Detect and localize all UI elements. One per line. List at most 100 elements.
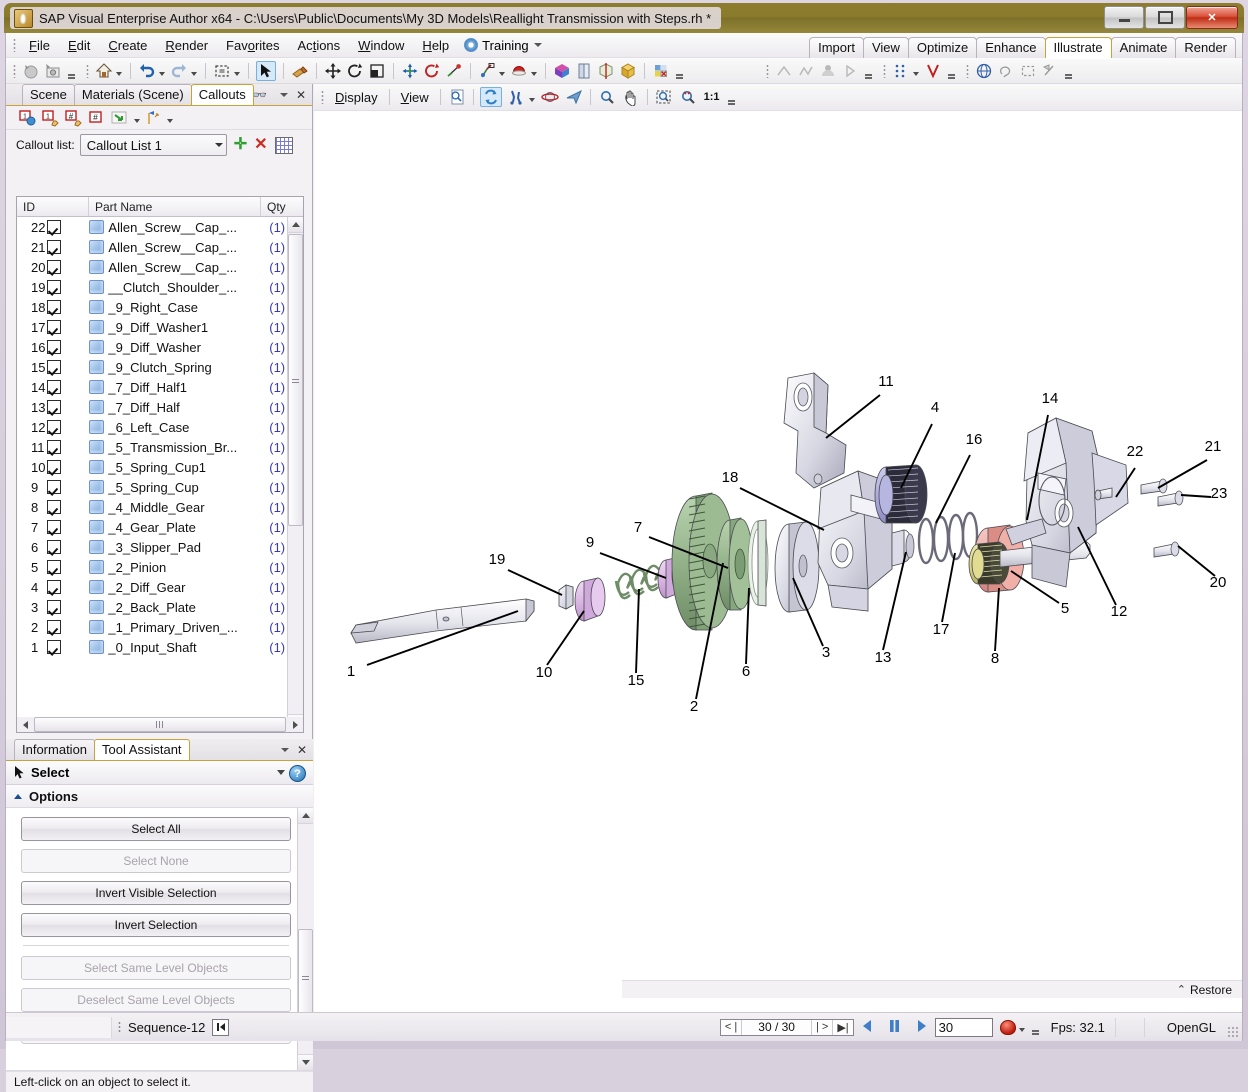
callout-number-1[interactable]: 1	[347, 663, 355, 680]
callout-number-2[interactable]: 2	[690, 698, 698, 715]
table-row[interactable]: 2 _1_Primary_Driven_... (1)	[17, 617, 303, 637]
frame-next-step-icon[interactable]: | >	[812, 1020, 832, 1035]
callout-number-6[interactable]: 6	[742, 663, 750, 680]
vscroll-thumb[interactable]	[288, 234, 303, 526]
callout-number-15[interactable]: 15	[628, 672, 645, 689]
table-row[interactable]: 20 Allen_Screw__Cap_... (1)	[17, 257, 303, 277]
play-button[interactable]	[915, 1019, 928, 1036]
pan-hand-icon[interactable]	[621, 88, 641, 107]
book-icon[interactable]	[575, 62, 593, 80]
row-visibility-checkbox[interactable]	[46, 400, 89, 414]
panel-close-icon[interactable]: ✕	[296, 88, 306, 102]
tab-scene[interactable]: Scene	[22, 84, 75, 105]
viewport-toolbar-gripper[interactable]	[321, 90, 324, 104]
tab-information[interactable]: Information	[14, 739, 96, 760]
dot-pattern-dropdown-icon[interactable]	[913, 71, 919, 76]
row-visibility-checkbox[interactable]	[46, 260, 89, 274]
table-row[interactable]: 12 _6_Left_Case (1)	[17, 417, 303, 437]
callout-leader-line[interactable]	[507, 569, 563, 596]
callout-leader-arrow-icon[interactable]	[110, 109, 129, 127]
callout-leader-line[interactable]	[1180, 494, 1212, 498]
scroll-right-button[interactable]	[287, 718, 303, 732]
tab-materials[interactable]: Materials (Scene)	[73, 84, 192, 105]
table-row[interactable]: 8 _4_Middle_Gear (1)	[17, 497, 303, 517]
rotate-icon[interactable]	[346, 62, 364, 80]
callout-leader-line[interactable]	[635, 588, 640, 674]
redo-icon[interactable]	[170, 62, 188, 80]
table-row[interactable]: 3 _2_Back_Plate (1)	[17, 597, 303, 617]
row-visibility-checkbox[interactable]	[46, 320, 89, 334]
undo-dropdown-icon[interactable]	[159, 71, 165, 76]
pause-button[interactable]	[888, 1019, 901, 1036]
zoom-fit-icon[interactable]	[678, 88, 698, 106]
callout-number-22[interactable]: 22	[1127, 443, 1144, 460]
table-row[interactable]: 13 _7_Diff_Half (1)	[17, 397, 303, 417]
table-row[interactable]: 4 _2_Diff_Gear (1)	[17, 577, 303, 597]
table-row[interactable]: 15 _9_Clutch_Spring (1)	[17, 357, 303, 377]
scroll-up-button[interactable]	[288, 217, 303, 233]
scroll-up-button[interactable]	[298, 808, 313, 824]
table-row[interactable]: 5 _2_Pinion (1)	[17, 557, 303, 577]
table-row[interactable]: 22 Allen_Screw__Cap_... (1)	[17, 217, 303, 237]
toolbar-overflow-1[interactable]	[67, 63, 76, 79]
callout-list-grid-button[interactable]	[274, 136, 293, 154]
vee-icon[interactable]	[924, 62, 942, 80]
row-visibility-checkbox[interactable]	[46, 440, 89, 454]
menu-window[interactable]: Window	[349, 35, 413, 56]
tool-collapse-chevron-icon[interactable]	[277, 770, 285, 775]
turntable-rotate-icon[interactable]	[479, 87, 502, 107]
table-row[interactable]: 17 _9_Diff_Washer1 (1)	[17, 317, 303, 337]
ribbon-tab-import[interactable]: Import	[809, 37, 864, 58]
snapshot-disabled-icon[interactable]	[22, 62, 40, 80]
row-visibility-checkbox[interactable]	[46, 380, 89, 394]
add-callout-list-button[interactable]: ✛	[234, 137, 247, 153]
scroll-left-button[interactable]	[17, 718, 33, 732]
tool-assistant-options-header[interactable]: Options	[6, 785, 313, 808]
delete-callout-list-button[interactable]: ✕	[254, 137, 267, 153]
frame-prev-step-icon[interactable]: < |	[721, 1020, 741, 1035]
menu-help[interactable]: Help	[413, 35, 458, 56]
first-frame-button[interactable]	[212, 1018, 230, 1036]
callout-leader-line[interactable]	[1177, 545, 1216, 577]
dashed-box-icon[interactable]	[1019, 62, 1037, 80]
play-triangle-icon[interactable]	[841, 62, 859, 80]
restore-label[interactable]: Restore	[1190, 983, 1232, 997]
ribbon-tab-optimize[interactable]: Optimize	[907, 37, 978, 58]
callout-number-23[interactable]: 23	[1211, 485, 1228, 502]
table-row[interactable]: 21 Allen_Screw__Cap_... (1)	[17, 237, 303, 257]
cross-section-icon[interactable]	[597, 62, 615, 80]
record-icon[interactable]	[999, 1019, 1016, 1035]
toolbar-gripper-1[interactable]	[13, 63, 16, 78]
orbit-icon[interactable]	[540, 88, 560, 106]
callout-line-icon[interactable]	[775, 62, 793, 80]
row-visibility-checkbox[interactable]	[46, 460, 89, 474]
select-all-button[interactable]: Select All	[21, 817, 291, 841]
callout-leader-line[interactable]	[546, 610, 585, 666]
callout-hash-icon[interactable]: #	[87, 109, 106, 127]
lasso-icon[interactable]	[997, 62, 1015, 80]
row-visibility-checkbox[interactable]	[46, 520, 89, 534]
callout-number-5[interactable]: 5	[1061, 600, 1069, 617]
hide-edges-icon[interactable]	[1041, 62, 1059, 80]
callout-number-14[interactable]: 14	[1042, 390, 1059, 407]
solid-cube-icon[interactable]	[619, 62, 637, 80]
callout-hash-pick-icon[interactable]: #	[64, 109, 83, 127]
callout-manual-number-icon[interactable]: 1	[41, 109, 60, 127]
walk-mode-dropdown-icon[interactable]	[528, 98, 535, 102]
panel-menu-chevron-icon[interactable]	[279, 93, 288, 97]
current-frame-input[interactable]	[934, 1017, 993, 1037]
row-visibility-checkbox[interactable]	[46, 500, 89, 514]
toolbar-gripper-5[interactable]	[966, 63, 969, 78]
row-visibility-checkbox[interactable]	[46, 340, 89, 354]
move-axis-icon[interactable]	[401, 62, 419, 80]
viewport-toolbar-overflow[interactable]	[727, 89, 736, 105]
minimize-button[interactable]	[1104, 6, 1144, 29]
column-header-id[interactable]: ID	[17, 197, 89, 216]
zoom-level-label[interactable]: 1:1	[704, 91, 720, 103]
toolbar-overflow-2[interactable]	[675, 63, 684, 79]
callout-leader-line[interactable]	[825, 394, 881, 439]
column-header-qty[interactable]: Qty	[261, 197, 303, 216]
row-visibility-checkbox[interactable]	[46, 420, 89, 434]
tab-tool-assistant[interactable]: Tool Assistant	[94, 739, 190, 760]
page-preview-icon[interactable]	[447, 88, 467, 106]
